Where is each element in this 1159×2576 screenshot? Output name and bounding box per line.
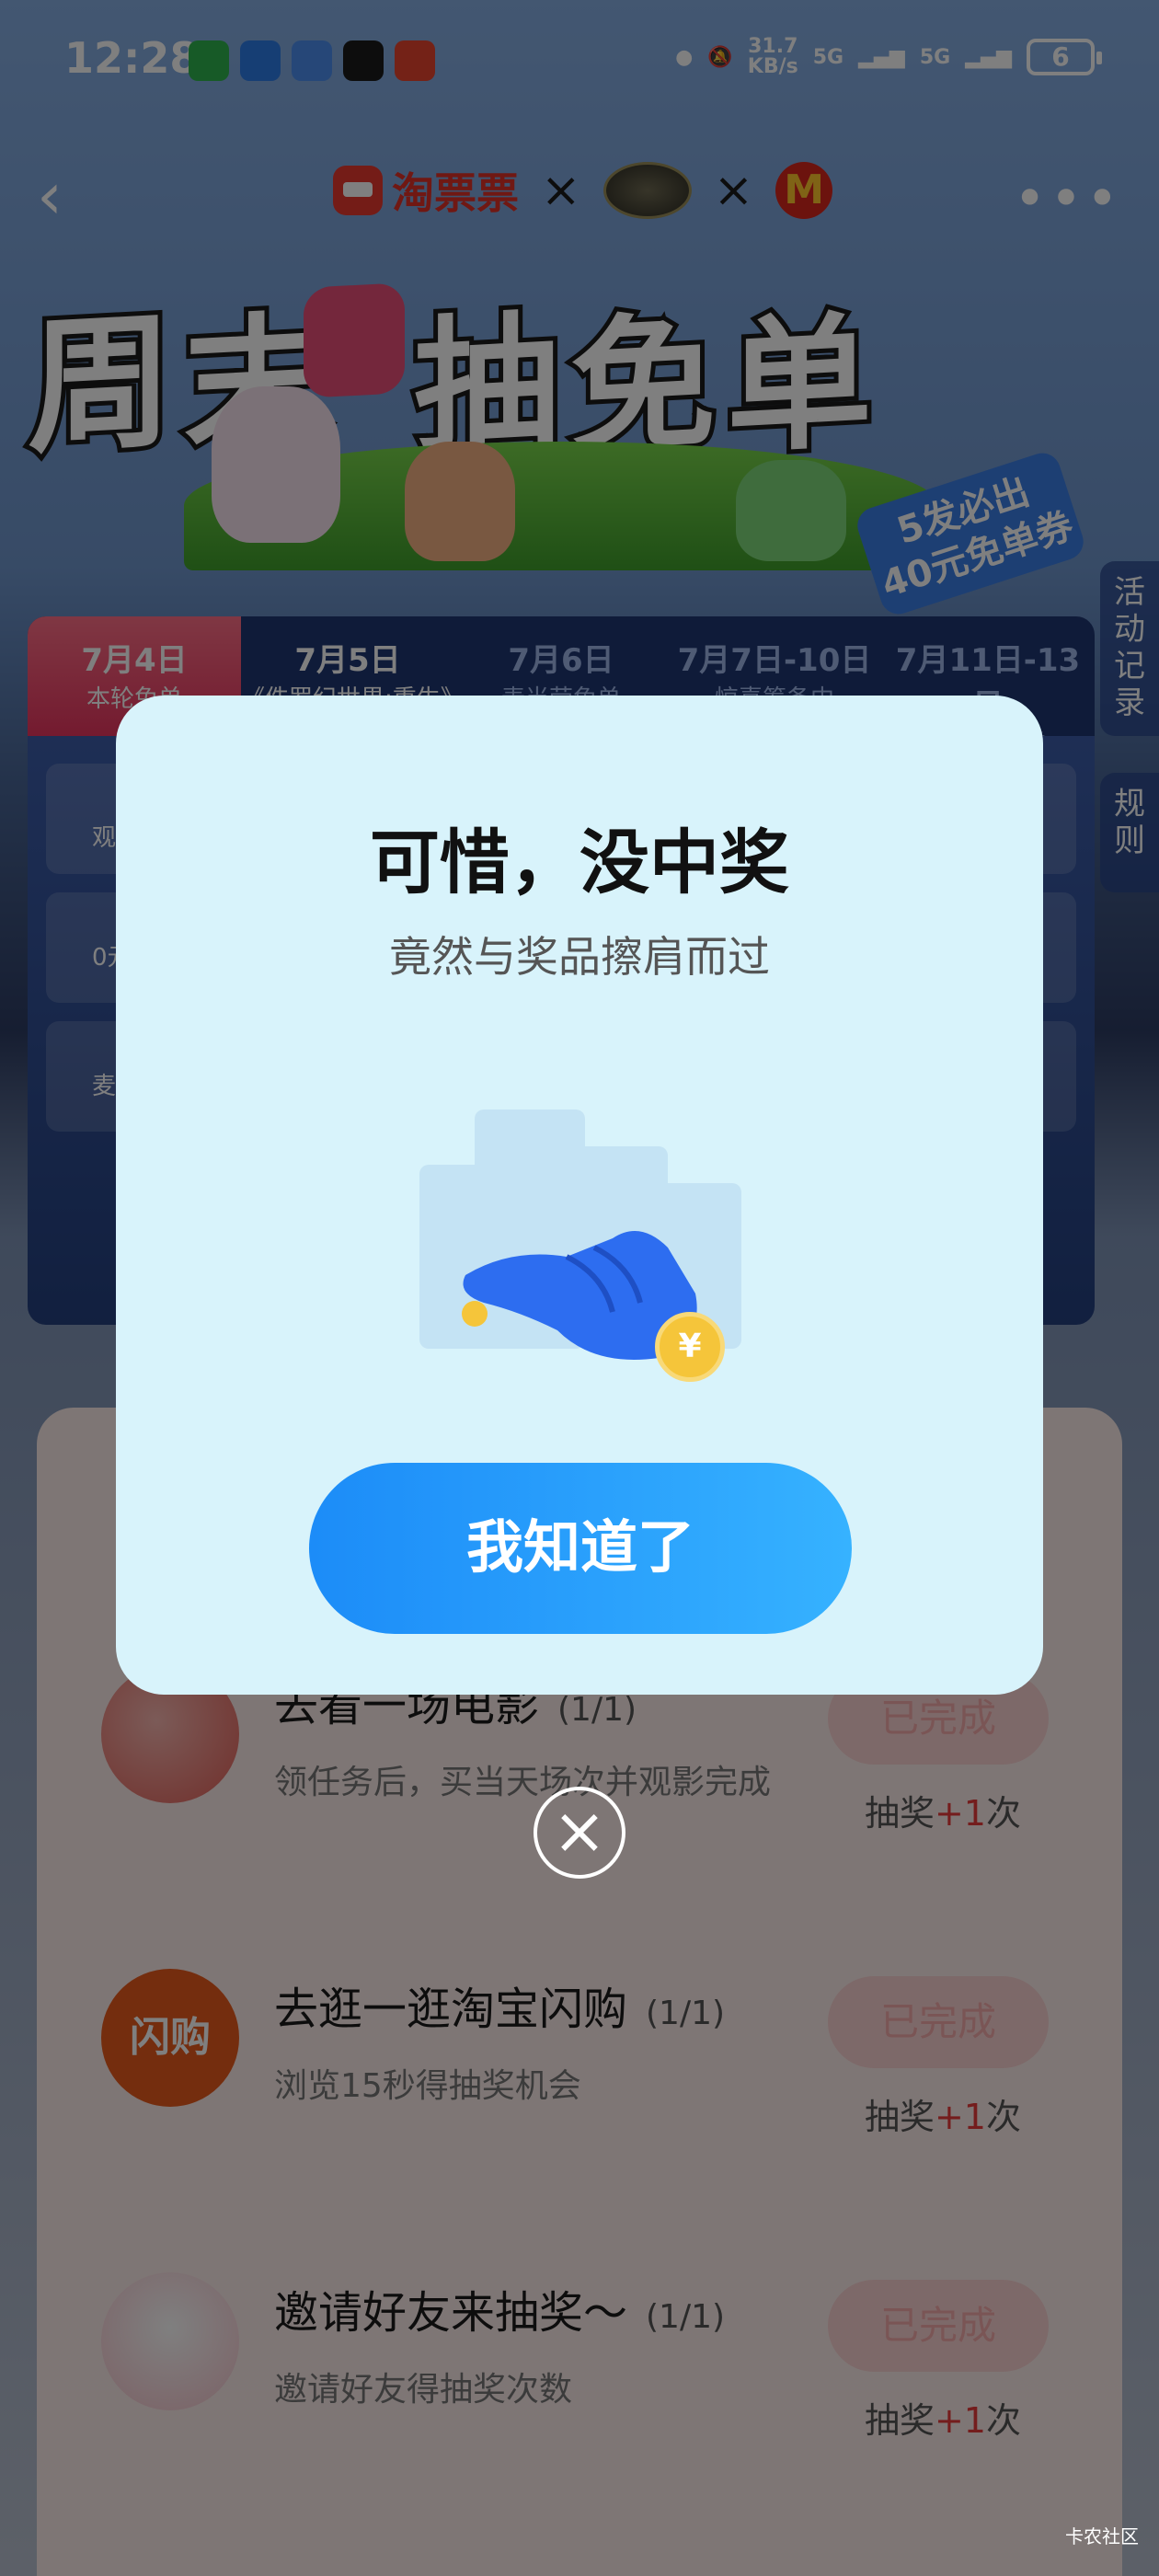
- close-icon: ×: [552, 1793, 607, 1869]
- hand-coin-illustration: ¥: [419, 1091, 769, 1382]
- coin-icon: ¥: [655, 1312, 725, 1382]
- no-prize-dialog: 可惜，没中奖 竟然与奖品擦肩而过 ¥ 我知道了: [116, 696, 1043, 1695]
- got-it-button[interactable]: 我知道了: [309, 1463, 852, 1634]
- dialog-subtitle: 竟然与奖品擦肩而过: [389, 932, 770, 982]
- dialog-title: 可惜，没中奖: [370, 822, 789, 903]
- watermark: 卡农社区: [1065, 2525, 1139, 2547]
- close-dialog-button[interactable]: ×: [534, 1787, 625, 1879]
- coin-symbol: ¥: [678, 1328, 702, 1365]
- coin-small-icon: [462, 1301, 488, 1327]
